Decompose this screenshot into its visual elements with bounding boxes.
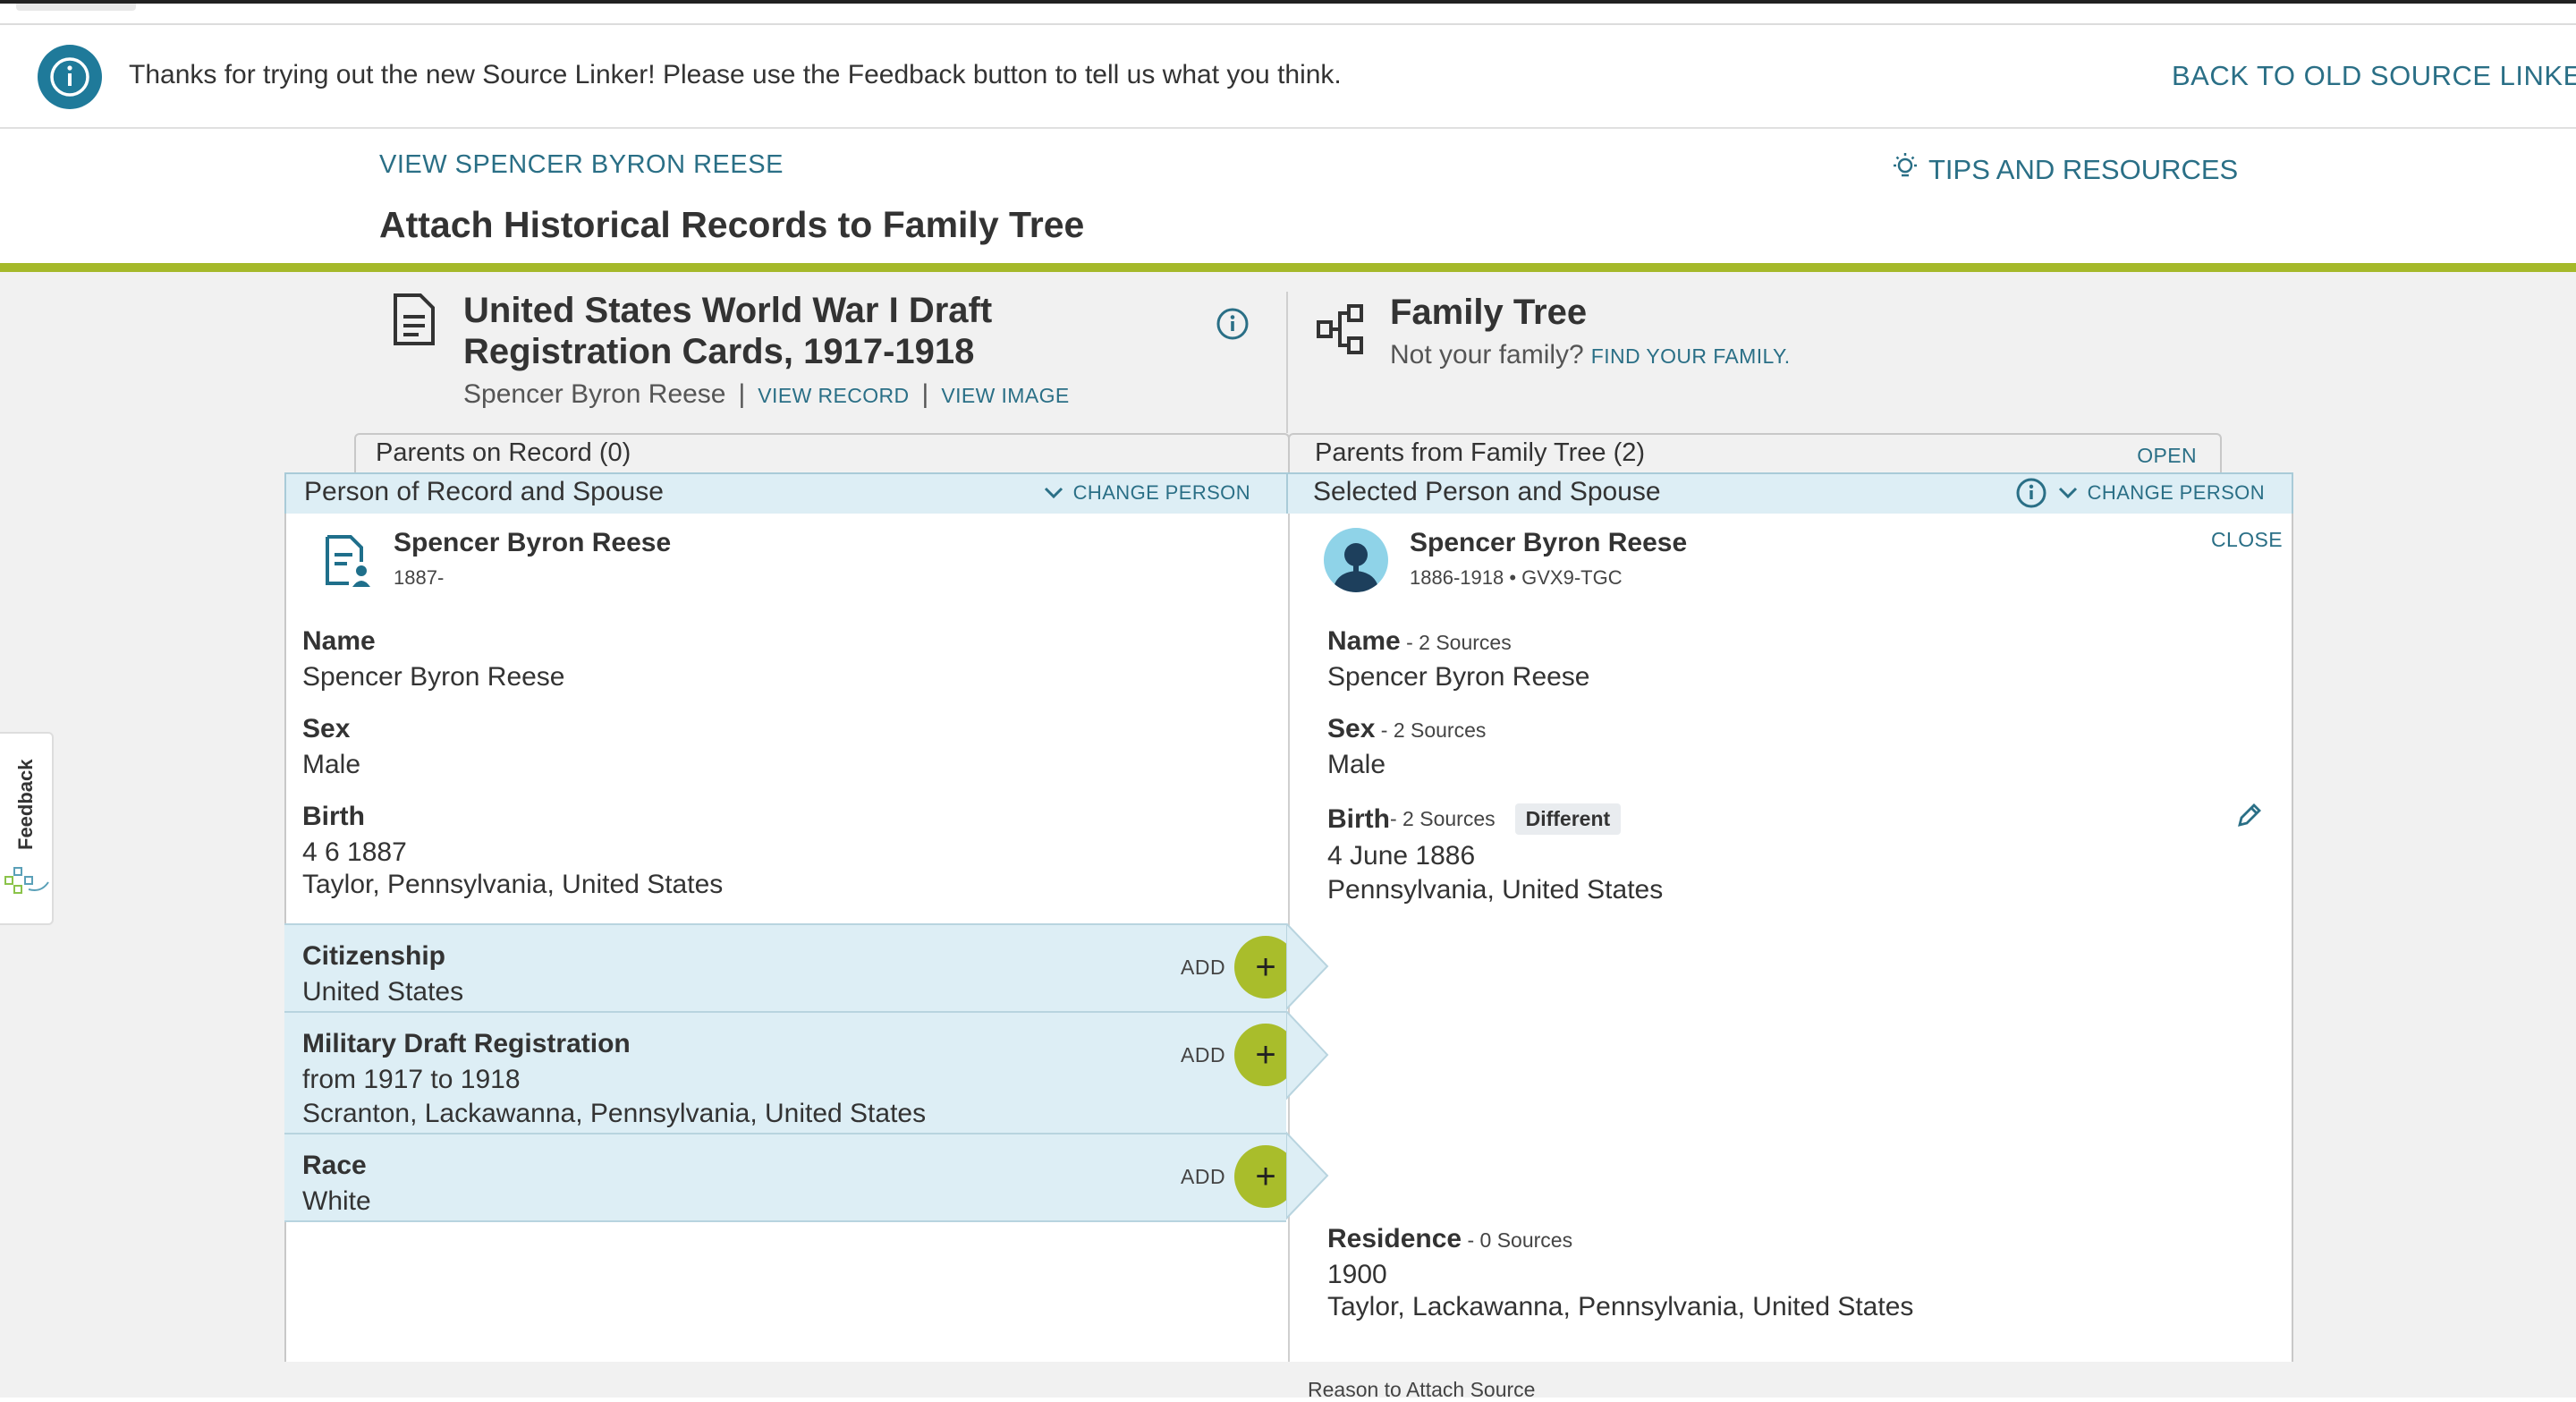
open-link[interactable]: OPEN (2137, 444, 2197, 468)
add-label: ADD (1181, 1043, 1226, 1066)
different-badge: Different (1514, 803, 1622, 835)
tree-name-sources: - 2 Sources (1400, 631, 1512, 654)
reason-to-attach-label: Reason to Attach Source (1308, 1378, 1536, 1401)
not-family-text: Not your family? (1390, 340, 1584, 370)
change-person-label: CHANGE PERSON (1072, 481, 1250, 504)
record-subline: Spencer Byron Reese | VIEW RECORD | VIEW… (463, 379, 1070, 410)
citizenship-value: United States (302, 977, 464, 1007)
tree-birth-place: Pennsylvania, United States (1327, 875, 1664, 905)
selected-person-header: Selected Person and Spouse CHANGE PERSON (1286, 472, 2293, 515)
parents-on-record-tab[interactable]: Parents on Record (0) (354, 433, 1290, 474)
separator: | (738, 379, 746, 409)
birth-place: Taylor, Pennsylvania, United States (302, 870, 724, 899)
feedback-label: Feedback (14, 759, 37, 851)
header-divider (1286, 292, 1288, 433)
lightbulb-icon (1889, 150, 1921, 190)
sex-label: Sex (302, 714, 351, 743)
tree-name-field: Name - 2 Sources (1327, 626, 1512, 657)
change-person-right[interactable]: CHANGE PERSON (2057, 481, 2265, 505)
military-draft-label: Military Draft Registration (302, 1029, 631, 1058)
tree-birth-label: Birth (1327, 803, 1390, 834)
view-person-link[interactable]: VIEW SPENCER BYRON REESE (379, 150, 784, 180)
selected-person-label: Selected Person and Spouse (1313, 477, 1661, 506)
tree-residence-sources: - 0 Sources (1462, 1228, 1573, 1252)
tree-birth-field: Birth - 2 Sources Different (1327, 803, 1622, 835)
tree-residence-field: Residence - 0 Sources (1327, 1224, 1572, 1254)
tree-residence-place: Taylor, Lackawanna, Pennsylvania, United… (1327, 1292, 1914, 1321)
family-tree-title: Family Tree (1390, 293, 1588, 332)
change-person-left[interactable]: CHANGE PERSON (1043, 481, 1250, 505)
find-family-link[interactable]: FIND YOUR FAMILY. (1591, 344, 1791, 369)
add-row-arrows (1286, 923, 1329, 1220)
record-person-name: Spencer Byron Reese (394, 528, 672, 557)
tree-residence-label: Residence (1327, 1224, 1462, 1253)
tree-residence-date: 1900 (1327, 1260, 1387, 1289)
record-info-icon[interactable] (1215, 306, 1250, 346)
tree-person-name[interactable]: Spencer Byron Reese (1410, 528, 1687, 558)
parents-on-record-label: Parents on Record (0) (376, 438, 631, 467)
add-label: ADD (1181, 956, 1226, 979)
tree-sex-field: Sex - 2 Sources (1327, 714, 1486, 744)
info-icon (38, 45, 102, 109)
birth-label: Birth (302, 802, 365, 831)
citizenship-label: Citizenship (302, 941, 446, 971)
parents-from-tree-tab[interactable]: Parents from Family Tree (2) OPEN (1288, 433, 2222, 474)
edit-pencil-icon[interactable] (2234, 800, 2265, 835)
top-tab[interactable] (16, 4, 136, 11)
close-link[interactable]: CLOSE (2211, 528, 2283, 552)
tree-sex-label: Sex (1327, 714, 1376, 743)
view-record-link[interactable]: VIEW RECORD (758, 384, 909, 408)
military-draft-dates: from 1917 to 1918 (302, 1065, 521, 1094)
military-draft-place: Scranton, Lackawanna, Pennsylvania, Unit… (302, 1099, 927, 1128)
record-title-line1: United States World War I Draft (463, 291, 993, 330)
feedback-logo-icon (2, 862, 50, 905)
separator: | (921, 379, 929, 409)
tips-label: TIPS AND RESOURCES (1928, 154, 2239, 185)
tree-name-label: Name (1327, 626, 1401, 656)
sex-value: Male (302, 750, 361, 779)
browser-top-bar (0, 0, 2576, 4)
record-title-line2: Registration Cards, 1917-1918 (463, 332, 975, 371)
citizenship-row: Citizenship United States ADD + (284, 923, 1297, 1011)
race-row: Race White ADD + (284, 1133, 1297, 1222)
back-to-old-linker-link[interactable]: BACK TO OLD SOURCE LINKER (2172, 60, 2576, 92)
not-family-line: Not your family? FIND YOUR FAMILY. (1390, 340, 1791, 370)
chevron-down-icon (2058, 487, 2077, 499)
tree-birth-sources: - 2 Sources (1390, 807, 1496, 830)
race-value: White (302, 1186, 371, 1216)
birth-date: 4 6 1887 (302, 837, 407, 867)
record-person-name: Spencer Byron Reese (463, 379, 726, 409)
add-label: ADD (1181, 1165, 1226, 1188)
tree-birth-date: 4 June 1886 (1327, 841, 1476, 871)
banner-message: Thanks for trying out the new Source Lin… (129, 60, 1342, 89)
race-label: Race (302, 1151, 367, 1180)
reason-strip (284, 1362, 2292, 1398)
tree-sex-sources: - 2 Sources (1375, 718, 1487, 742)
tree-icon (1315, 302, 1367, 361)
avatar (1324, 528, 1388, 597)
record-person-icon (324, 533, 374, 593)
name-label: Name (302, 626, 376, 656)
document-icon (392, 292, 436, 352)
record-person-dates: 1887- (394, 566, 445, 589)
parents-from-tree-label: Parents from Family Tree (2) (1315, 438, 1646, 467)
chevron-down-icon (1044, 487, 1063, 499)
name-value: Spencer Byron Reese (302, 662, 565, 692)
tree-sex-value: Male (1327, 750, 1386, 779)
selected-info-icon[interactable] (2014, 476, 2048, 514)
tree-person-dates: 1886-1918 • GVX9-TGC (1410, 566, 1623, 589)
tree-name-value: Spencer Byron Reese (1327, 662, 1590, 692)
tips-and-resources-link[interactable]: TIPS AND RESOURCES (1889, 150, 2238, 190)
page-title: Attach Historical Records to Family Tree (379, 204, 1085, 245)
view-image-link[interactable]: VIEW IMAGE (941, 384, 1069, 408)
person-of-record-header: Person of Record and Spouse CHANGE PERSO… (284, 472, 1288, 515)
change-person-label: CHANGE PERSON (2087, 481, 2265, 504)
military-draft-row: Military Draft Registration from 1917 to… (284, 1011, 1297, 1133)
person-of-record-label: Person of Record and Spouse (304, 477, 664, 506)
accent-rule (0, 263, 2576, 272)
